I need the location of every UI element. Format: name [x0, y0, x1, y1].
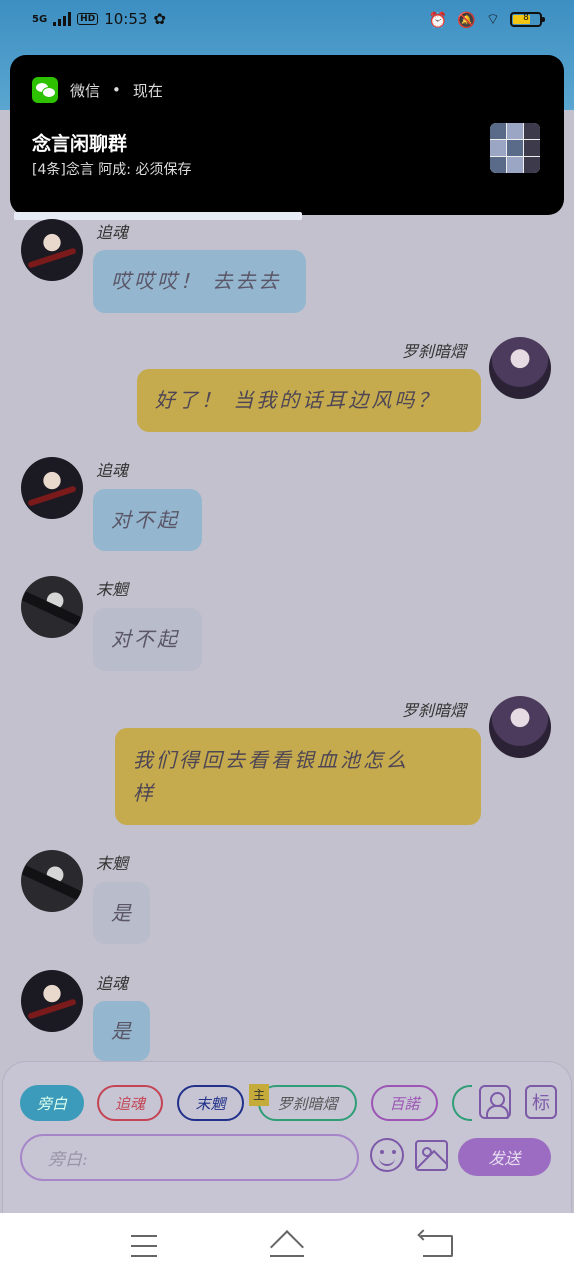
sender-name: 罗刹暗熠: [402, 342, 467, 361]
signal-icon: [53, 12, 72, 26]
sender-name: 追魂: [96, 974, 129, 993]
notification-header: 微信 • 现在: [32, 77, 163, 103]
back-icon[interactable]: [421, 1235, 453, 1257]
sender-name: 追魂: [96, 223, 129, 242]
sender-name: 末魍: [96, 580, 129, 599]
message-bubble[interactable]: 哎哎哎！ 去去去: [93, 250, 306, 313]
message-bubble[interactable]: 是: [93, 882, 150, 944]
sender-name: 罗刹暗熠: [402, 701, 467, 720]
status-right: ⏰ 🔕 ⌔ 8: [428, 10, 545, 29]
avatar[interactable]: [489, 696, 551, 758]
role-chip-bainuo[interactable]: 百諾: [371, 1085, 438, 1121]
message-bubble[interactable]: 我们得回去看看银血池怎么 样: [115, 728, 481, 825]
wifi-icon: ⌔: [485, 10, 500, 28]
message-line: 样: [133, 780, 156, 805]
notification-separator: •: [112, 81, 121, 99]
notification-time: 现在: [132, 81, 163, 100]
message-bubble[interactable]: 是: [93, 1001, 150, 1061]
notification-title: 念言闲聊群: [32, 133, 128, 155]
network-type: 5G: [32, 13, 48, 25]
navigation-bar: [0, 1213, 574, 1280]
menu-icon[interactable]: [131, 1235, 157, 1257]
avatar[interactable]: [21, 457, 83, 519]
alarm-icon: ⏰: [428, 10, 448, 29]
mark-icon[interactable]: 标: [525, 1085, 557, 1119]
main-role-badge: 主: [249, 1084, 269, 1106]
message-bubble[interactable]: 好了！ 当我的话耳边风吗？: [137, 369, 481, 432]
sender-name: 追魂: [96, 461, 129, 480]
status-left: 5G HD 10:53 ✿: [32, 10, 166, 28]
person-icon[interactable]: [479, 1085, 511, 1119]
message-line: 我们得回去看看银血池怎么: [133, 747, 409, 772]
notification-body: [4条]念言 阿成: 必须保存: [32, 162, 192, 178]
hd-badge: HD: [77, 13, 99, 25]
role-chip-luocha[interactable]: 罗刹暗熠: [258, 1085, 357, 1121]
image-icon[interactable]: [415, 1140, 448, 1171]
avatar[interactable]: [21, 219, 83, 281]
avatar[interactable]: [21, 970, 83, 1032]
notification-app-name: 微信: [70, 81, 101, 100]
group-avatar: [490, 123, 540, 173]
mute-icon: 🔕: [457, 10, 476, 29]
message-bubble[interactable]: 对不起: [93, 608, 202, 671]
avatar[interactable]: [489, 337, 551, 399]
app-notification-icon: ✿: [153, 10, 166, 28]
role-chip-narrator[interactable]: 旁白: [20, 1085, 84, 1121]
send-button[interactable]: 发送: [458, 1138, 551, 1176]
battery-level: 8: [523, 13, 529, 23]
wechat-notification[interactable]: 微信 • 现在 念言闲聊群 [4条]念言 阿成: 必须保存: [10, 55, 564, 215]
sender-name: 末魍: [96, 854, 129, 873]
clock: 10:53: [104, 10, 148, 28]
wechat-icon: [32, 77, 58, 103]
role-chip-zhuihun[interactable]: 追魂: [97, 1085, 163, 1121]
avatar[interactable]: [21, 576, 83, 638]
emoji-icon[interactable]: [370, 1138, 404, 1172]
role-chip-mowang[interactable]: 末魍: [177, 1085, 244, 1121]
home-icon[interactable]: [268, 1233, 306, 1259]
message-bubble[interactable]: 对不起: [93, 489, 202, 551]
message-input[interactable]: 旁白:: [20, 1134, 359, 1181]
battery-icon: 8: [510, 12, 545, 27]
avatar[interactable]: [21, 850, 83, 912]
